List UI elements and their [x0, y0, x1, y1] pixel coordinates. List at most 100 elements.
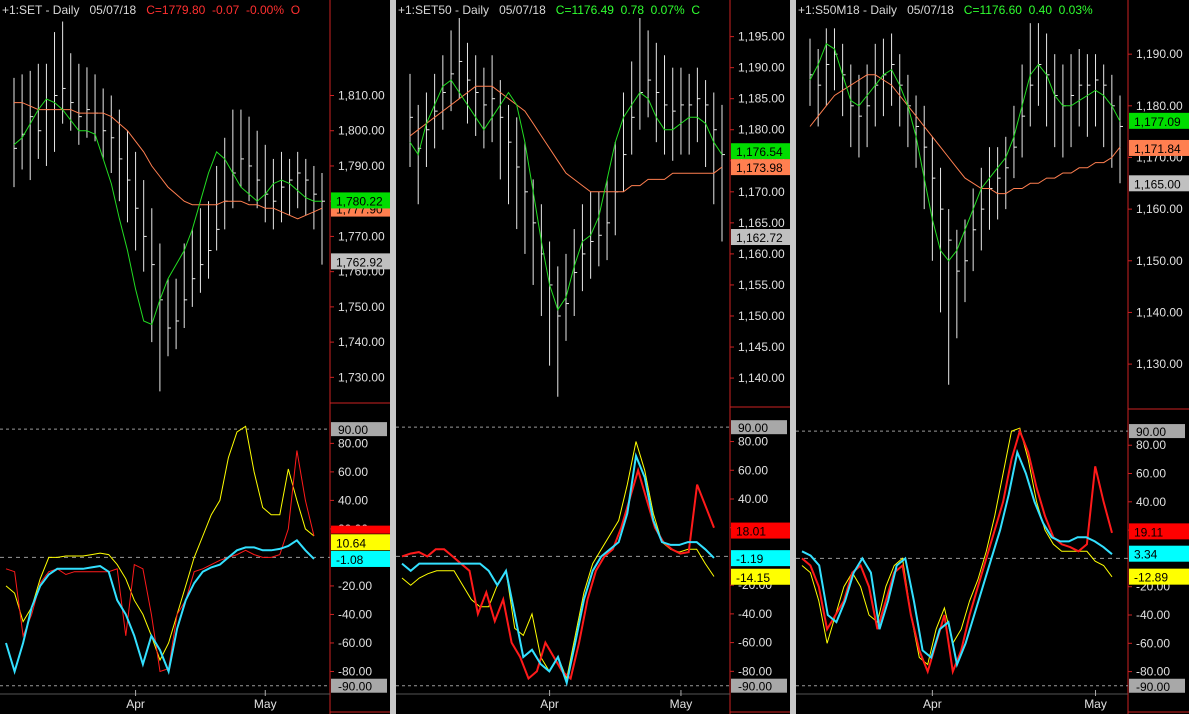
time-tick-label: May — [1084, 697, 1107, 711]
quote-pct: 0.03% — [1058, 3, 1093, 17]
price-tick-label: 1,790.00 — [338, 159, 385, 173]
osc-level-badge-label: -90.00 — [1136, 680, 1170, 694]
quote-change: -0.07 — [211, 3, 240, 17]
quote-date: 05/07/18 — [907, 3, 954, 17]
price-tick-label: 1,180.00 — [738, 123, 785, 137]
price-badge-label: 1,780.22 — [336, 194, 383, 208]
osc-red-line — [401, 466, 715, 681]
osc-tick-label: 40.00 — [338, 493, 368, 507]
osc-tick-label: 60.00 — [738, 463, 768, 477]
osc-level-badge-label: 90.00 — [338, 423, 368, 437]
osc-badge-label: 3.34 — [1134, 548, 1158, 562]
symbol-title: +1:S50M18 - Daily — [798, 3, 898, 17]
chart-header-s50m18: +1:S50M18 - Daily 05/07/18 C=1176.60 0.4… — [798, 3, 1093, 17]
osc-badge-label: 19.11 — [1134, 525, 1163, 539]
osc-tick-label: 80.00 — [1136, 438, 1166, 452]
osc-yellow-line — [5, 425, 315, 662]
slow-ma-line — [809, 74, 1121, 195]
osc-tick-label: -60.00 — [338, 636, 372, 650]
osc-tick-label: -20.00 — [338, 579, 372, 593]
price-badge-label: 1,762.92 — [336, 255, 383, 269]
price-tick-label: 1,195.00 — [738, 30, 785, 44]
osc-tick-label: 60.00 — [1136, 467, 1166, 481]
price-tick-label: 1,190.00 — [738, 61, 785, 75]
price-tick-label: 1,190.00 — [1136, 47, 1183, 61]
osc-level-badge-label: -90.00 — [338, 680, 372, 694]
time-tick-label: Apr — [126, 697, 145, 711]
quote-date: 05/07/18 — [89, 3, 137, 17]
chart-header-set50: +1:SET50 - Daily 05/07/18 C=1176.49 0.78… — [398, 3, 700, 17]
price-tick-label: 1,155.00 — [738, 278, 785, 292]
price-badge-label: 1,162.72 — [736, 231, 783, 245]
quote-pct: 0.07% — [650, 3, 685, 17]
price-tick-label: 1,770.00 — [338, 229, 385, 243]
price-tick-label: 1,140.00 — [1136, 305, 1183, 319]
quote-trail: C — [691, 3, 701, 17]
osc-level-badge-label: 90.00 — [1136, 425, 1166, 439]
osc-tick-label: 40.00 — [738, 492, 768, 506]
price-tick-label: 1,800.00 — [338, 124, 385, 138]
price-tick-label: 1,150.00 — [738, 309, 785, 323]
quote-change: 0.78 — [620, 3, 644, 17]
price-tick-label: 1,150.00 — [1136, 254, 1183, 268]
price-badge-label: 1,173.98 — [736, 161, 783, 175]
price-tick-label: 1,130.00 — [1136, 357, 1183, 371]
osc-level-badge-label: 90.00 — [738, 421, 768, 435]
chart-svg-set[interactable]: 1,730.001,740.001,750.001,760.001,770.00… — [0, 0, 390, 714]
price-tick-label: 1,170.00 — [738, 185, 785, 199]
quote-trail: O — [290, 3, 301, 17]
quote-date: 05/07/18 — [499, 3, 546, 17]
price-tick-label: 1,165.00 — [738, 216, 785, 230]
osc-cyan-line — [401, 452, 715, 687]
osc-tick-label: -80.00 — [338, 664, 372, 678]
price-badge-label: 1,177.09 — [1134, 115, 1181, 129]
quote-pct: -0.00% — [246, 3, 285, 17]
time-tick-label: May — [254, 697, 277, 711]
price-tick-label: 1,730.00 — [338, 370, 385, 384]
price-badge-label: 1,165.00 — [1134, 177, 1181, 191]
osc-tick-label: 40.00 — [1136, 495, 1166, 509]
slow-ma-line — [409, 85, 723, 193]
osc-red-line — [5, 450, 315, 673]
osc-level-badge-label: -90.00 — [738, 680, 772, 694]
osc-badge-label: -1.08 — [336, 553, 364, 567]
price-tick-label: 1,160.00 — [738, 247, 785, 261]
symbol-title: +1:SET - Daily — [2, 3, 80, 17]
chart-panel-set[interactable]: 1,730.00 1,740.00 1,750.00 1,760.00 1,770.00… — [0, 0, 390, 714]
osc-cyan-line — [5, 538, 315, 675]
osc-tick-label: 60.00 — [338, 465, 368, 479]
quote-close: C=1176.49 — [555, 3, 614, 17]
chart-panel-set50[interactable]: 1,140.00 1,145.00 1,150.00 1,155.00 1,160.00… — [396, 0, 790, 714]
osc-yellow-line — [401, 441, 715, 681]
quote-close: C=1176.60 — [963, 3, 1022, 17]
price-badge-label: 1,176.54 — [736, 145, 783, 159]
time-tick-label: Apr — [540, 697, 559, 711]
osc-badge-label: -1.19 — [736, 552, 764, 566]
price-tick-label: 1,185.00 — [738, 92, 785, 106]
osc-badge-label: -12.89 — [1134, 571, 1168, 585]
time-tick-label: May — [670, 697, 693, 711]
chart-svg-set50[interactable]: 1,140.00 1,145.00 1,150.00 1,155.00 1,160.00… — [396, 0, 790, 714]
quote-change: 0.40 — [1028, 3, 1052, 17]
chart-header-set: +1:SET - Daily 05/07/18 C=1779.80 -0.07 … — [2, 3, 300, 17]
osc-badge-label: 18.01 — [736, 525, 766, 539]
osc-tick-label: 80.00 — [738, 435, 768, 449]
price-tick-label: 1,160.00 — [1136, 202, 1183, 216]
osc-tick-label: -40.00 — [338, 607, 372, 621]
osc-badge-label: -14.15 — [736, 571, 770, 585]
osc-tick-label: -80.00 — [738, 664, 772, 678]
price-tick-label: 1,180.00 — [1136, 99, 1183, 113]
price-tick-label: 1,750.00 — [338, 300, 385, 314]
osc-tick-label: -60.00 — [738, 636, 772, 650]
osc-tick-label: -60.00 — [1136, 636, 1170, 650]
osc-badge — [331, 525, 390, 534]
price-tick-label: 1,140.00 — [738, 371, 785, 385]
time-tick-label: Apr — [923, 697, 942, 711]
chart-svg-s50m18[interactable]: 1,130.001,140.001,150.001,160.001,170.00… — [796, 0, 1189, 714]
quote-close: C=1779.80 — [146, 3, 206, 17]
price-badge-label: 1,171.84 — [1134, 142, 1181, 156]
osc-badge-label: 10.64 — [336, 536, 366, 550]
price-tick-label: 1,810.00 — [338, 89, 385, 103]
chart-panel-s50m18[interactable]: 1,130.00 1,140.00 1,150.00 1,160.00 1,170.00… — [796, 0, 1189, 714]
osc-tick-label: -80.00 — [1136, 665, 1170, 679]
